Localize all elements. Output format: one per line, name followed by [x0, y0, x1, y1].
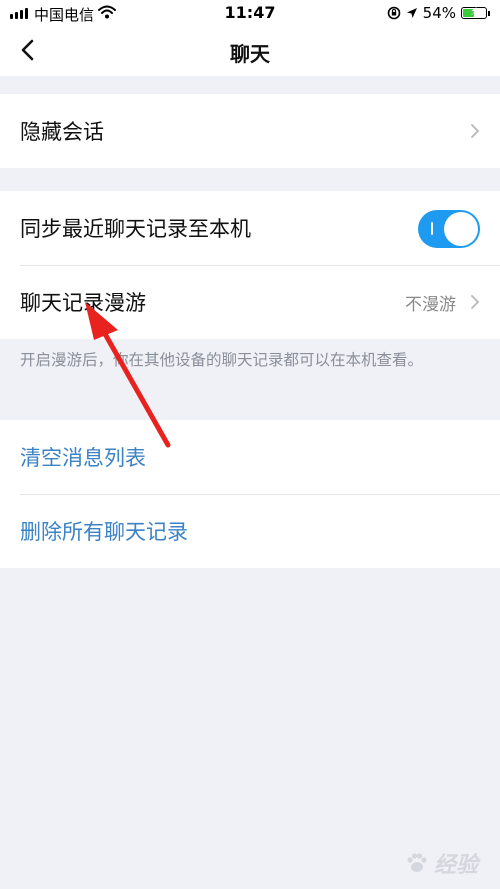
baidu-paw-logo — [407, 853, 427, 872]
annotation-arrow-icon — [85, 302, 171, 448]
baidu-watermark: 经验 — [404, 847, 478, 879]
watermark-text: 经验 — [433, 853, 478, 878]
